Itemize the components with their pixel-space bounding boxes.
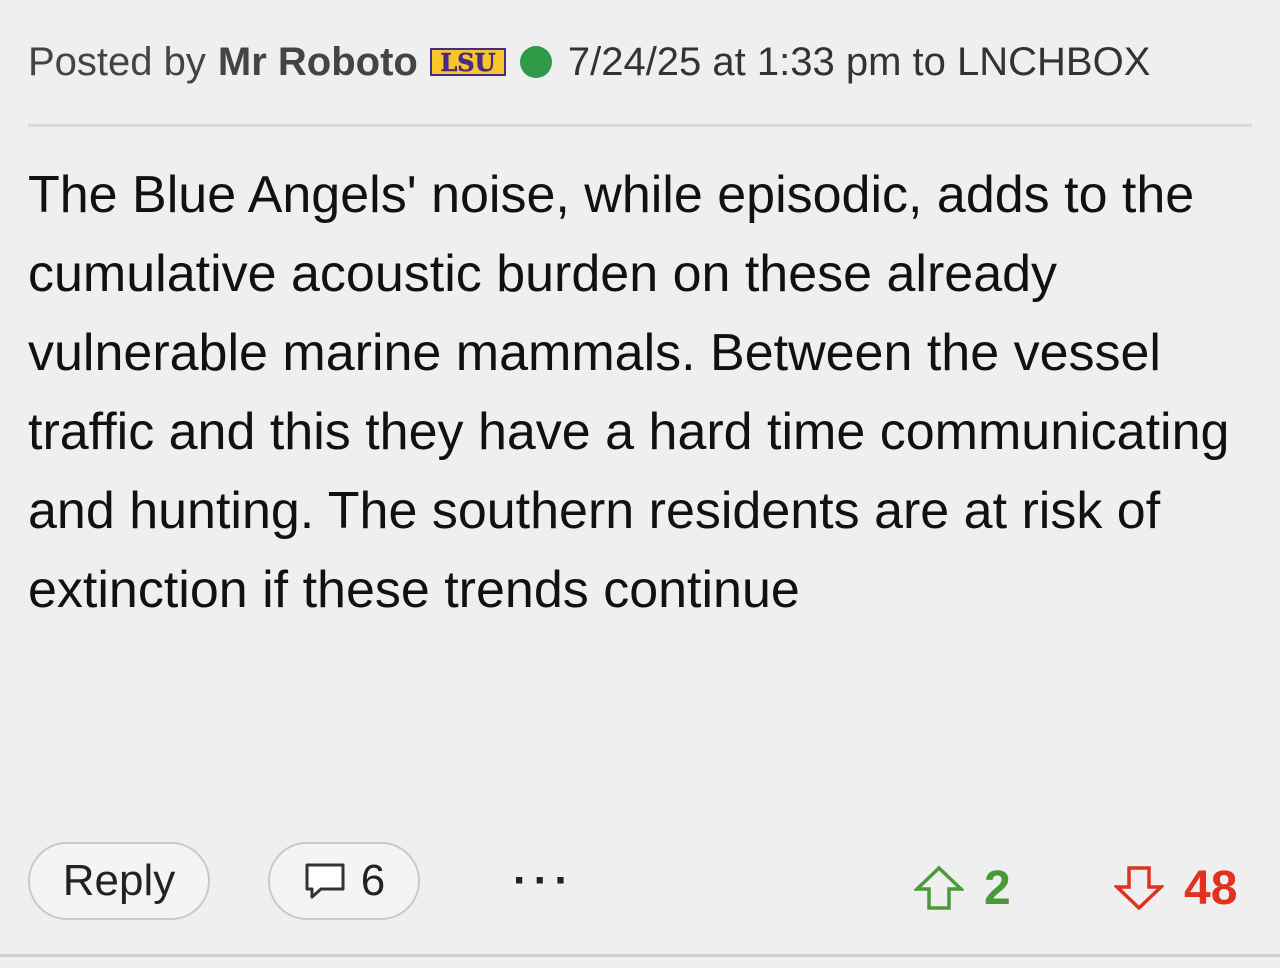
team-logo-icon: LSU — [429, 48, 506, 77]
posted-by-label: Posted by — [28, 39, 206, 84]
online-status-indicator — [519, 46, 552, 78]
forum-post: Posted by Mr Roboto LSU 7/24/25 at 1:33 … — [0, 0, 1280, 968]
comments-button[interactable]: 6 — [268, 842, 420, 920]
more-options-icon: ··· — [513, 856, 575, 905]
post-bottom-divider — [0, 954, 1280, 957]
more-options-button[interactable]: ··· — [506, 842, 582, 920]
downvote-button[interactable]: 48 — [1114, 856, 1237, 920]
post-body: The Blue Angels' noise, while episodic, … — [28, 166, 1230, 619]
down-arrow-outline-icon — [1114, 866, 1164, 911]
reply-button-label: Reply — [62, 856, 176, 905]
post-timestamp: 7/24/25 at 1:33 pm to LNCHBOX — [567, 39, 1151, 84]
downvote-count: 48 — [1184, 861, 1238, 915]
comment-count: 6 — [360, 856, 386, 905]
reply-button[interactable]: Reply — [28, 842, 210, 920]
speech-bubble-icon — [305, 863, 345, 899]
author-name[interactable]: Mr Roboto — [218, 40, 418, 85]
upvote-count: 2 — [984, 861, 1011, 915]
post-header: Posted by Mr Roboto LSU 7/24/25 at 1:33 … — [28, 36, 1150, 88]
up-arrow-outline-icon — [914, 865, 964, 910]
header-divider — [28, 124, 1252, 127]
upvote-button[interactable]: 2 — [914, 856, 1011, 920]
team-logo-text: LSU — [440, 48, 495, 77]
